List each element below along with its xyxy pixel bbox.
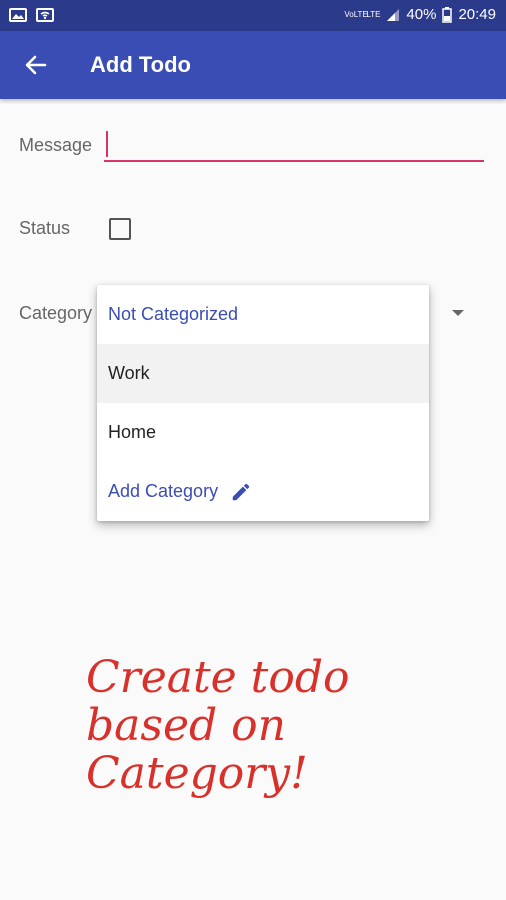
status-right: VoLTE LTE 40% 20:49 — [344, 6, 496, 23]
handwritten-annotation: Create todo based on Category! — [86, 652, 350, 799]
status-left-icons — [9, 8, 54, 22]
signal-icon — [387, 8, 400, 21]
category-label: Category — [19, 303, 93, 323]
annotation-line-2: based on — [86, 700, 286, 751]
menu-item-work[interactable]: Work — [97, 344, 429, 403]
arrow-left-icon — [25, 55, 47, 75]
battery-text: 40% — [406, 6, 437, 23]
volte-indicator: VoLTE — [344, 9, 368, 19]
text-cursor — [106, 131, 108, 157]
status-label: Status — [19, 218, 71, 238]
wifi-icon — [36, 8, 54, 22]
image-icon — [9, 8, 27, 22]
menu-item-home[interactable]: Home — [97, 403, 429, 462]
pencil-icon — [232, 483, 250, 500]
lte-indicator: LTE — [366, 9, 381, 19]
battery-icon — [442, 6, 453, 23]
app-bar: Add Todo — [0, 31, 506, 99]
status-bar: VoLTE LTE 40% 20:49 — [0, 0, 506, 31]
add-category-label: Add Category — [108, 481, 219, 501]
annotation-line-3: Category! — [86, 748, 308, 799]
back-button[interactable] — [18, 47, 54, 83]
clock: 20:49 — [458, 6, 496, 23]
menu-item-not-categorized[interactable]: Not Categorized — [97, 285, 429, 344]
status-checkbox[interactable] — [109, 218, 131, 240]
annotation-line-1: Create todo — [86, 652, 350, 703]
message-input[interactable] — [104, 126, 484, 162]
page-title: Add Todo — [90, 52, 191, 77]
add-category-item[interactable]: Add Category — [97, 462, 429, 521]
dropdown-arrow-icon[interactable] — [452, 310, 464, 316]
message-label: Message — [19, 135, 93, 155]
category-dropdown-menu: Not Categorized Work Home Add Category — [97, 285, 429, 521]
